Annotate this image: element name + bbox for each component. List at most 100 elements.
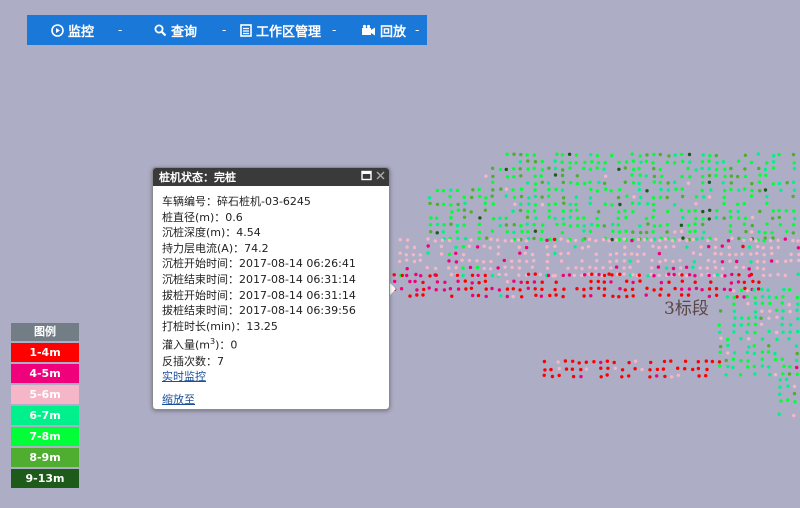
pile-point[interactable] bbox=[651, 202, 656, 207]
pile-point[interactable] bbox=[658, 167, 662, 172]
pile-point[interactable] bbox=[617, 210, 621, 214]
pile-point[interactable] bbox=[705, 367, 709, 372]
pile-point[interactable] bbox=[478, 194, 482, 199]
pile-point[interactable] bbox=[652, 208, 656, 213]
pile-point[interactable] bbox=[519, 187, 524, 191]
pile-point[interactable] bbox=[780, 301, 784, 305]
pile-point[interactable] bbox=[491, 217, 496, 221]
pile-point[interactable] bbox=[512, 223, 516, 227]
pile-point[interactable] bbox=[709, 280, 713, 284]
pile-point[interactable] bbox=[743, 167, 747, 171]
pile-point[interactable] bbox=[678, 266, 683, 270]
pile-point[interactable] bbox=[468, 265, 473, 270]
pile-point[interactable] bbox=[556, 360, 560, 364]
pile-point[interactable] bbox=[599, 360, 603, 365]
pile-point[interactable] bbox=[761, 273, 766, 278]
pile-point[interactable] bbox=[502, 258, 506, 263]
pile-point[interactable] bbox=[631, 181, 636, 185]
pile-point[interactable] bbox=[669, 359, 673, 363]
pile-point[interactable] bbox=[700, 236, 705, 240]
pile-point[interactable] bbox=[617, 160, 621, 164]
pile-point[interactable] bbox=[749, 237, 753, 242]
pile-point[interactable] bbox=[484, 174, 488, 178]
pile-point[interactable] bbox=[571, 359, 575, 363]
pile-point[interactable] bbox=[726, 351, 730, 355]
pile-point[interactable] bbox=[562, 201, 566, 205]
pile-point[interactable] bbox=[768, 239, 773, 243]
pile-point[interactable] bbox=[408, 294, 412, 298]
pile-point[interactable] bbox=[540, 180, 544, 184]
pile-point[interactable] bbox=[714, 287, 719, 291]
pile-point[interactable] bbox=[532, 280, 537, 284]
pile-point[interactable] bbox=[655, 367, 660, 372]
pile-point[interactable] bbox=[786, 398, 790, 402]
pile-point[interactable] bbox=[728, 209, 732, 213]
pile-point[interactable] bbox=[533, 160, 538, 164]
pile-point[interactable] bbox=[722, 216, 726, 220]
pile-point[interactable] bbox=[757, 230, 761, 234]
pile-point[interactable] bbox=[495, 238, 500, 242]
pile-point[interactable] bbox=[455, 223, 460, 228]
pile-point[interactable] bbox=[461, 253, 466, 257]
pile-point[interactable] bbox=[784, 259, 788, 263]
pile-point[interactable] bbox=[609, 280, 613, 284]
pile-point[interactable] bbox=[745, 289, 750, 293]
pile-point[interactable] bbox=[443, 280, 447, 284]
pile-point[interactable] bbox=[553, 202, 558, 206]
pile-point[interactable] bbox=[484, 196, 488, 200]
pile-point[interactable] bbox=[792, 216, 797, 221]
pile-point[interactable] bbox=[633, 367, 637, 371]
pile-point[interactable] bbox=[618, 272, 622, 276]
pile-point[interactable] bbox=[568, 166, 572, 170]
pile-point[interactable] bbox=[539, 237, 543, 242]
pile-point[interactable] bbox=[577, 361, 581, 365]
pile-point[interactable] bbox=[625, 279, 629, 283]
pile-point[interactable] bbox=[583, 273, 587, 277]
pile-point[interactable] bbox=[746, 322, 751, 327]
pile-point[interactable] bbox=[433, 266, 438, 271]
pile-point[interactable] bbox=[744, 229, 748, 234]
pile-point[interactable] bbox=[672, 203, 677, 207]
pile-point[interactable] bbox=[622, 237, 626, 241]
pile-point[interactable] bbox=[636, 259, 640, 263]
pile-point[interactable] bbox=[475, 259, 479, 263]
pile-point[interactable] bbox=[769, 259, 774, 263]
pile-point[interactable] bbox=[729, 187, 733, 192]
pile-point[interactable] bbox=[694, 195, 699, 199]
pile-point[interactable] bbox=[602, 273, 607, 278]
pile-point[interactable] bbox=[680, 287, 684, 291]
pile-point[interactable] bbox=[594, 266, 598, 270]
pile-point[interactable] bbox=[569, 209, 573, 213]
pile-point[interactable] bbox=[756, 152, 760, 156]
pile-point[interactable] bbox=[553, 287, 557, 292]
pile-point[interactable] bbox=[723, 174, 727, 179]
pile-point[interactable] bbox=[701, 217, 705, 221]
pile-point[interactable] bbox=[427, 196, 432, 200]
pile-point[interactable] bbox=[779, 399, 783, 403]
pile-point[interactable] bbox=[749, 272, 754, 277]
pile-point[interactable] bbox=[667, 154, 671, 158]
pile-point[interactable] bbox=[490, 274, 495, 278]
pile-point[interactable] bbox=[637, 166, 641, 171]
pile-point[interactable] bbox=[694, 216, 698, 221]
pile-point[interactable] bbox=[637, 273, 641, 277]
pile-point[interactable] bbox=[742, 238, 746, 242]
pile-point[interactable] bbox=[603, 161, 607, 165]
pile-point[interactable] bbox=[568, 224, 573, 228]
pile-point[interactable] bbox=[691, 265, 695, 269]
pile-point[interactable] bbox=[780, 316, 785, 320]
pile-point[interactable] bbox=[752, 344, 756, 348]
pile-point[interactable] bbox=[753, 322, 758, 327]
pile-point[interactable] bbox=[428, 201, 432, 206]
pile-point[interactable] bbox=[433, 239, 437, 243]
pile-point[interactable] bbox=[441, 202, 446, 206]
pile-point[interactable] bbox=[553, 166, 558, 171]
pile-point[interactable] bbox=[687, 287, 692, 291]
pile-point[interactable] bbox=[488, 267, 493, 271]
pile-point[interactable] bbox=[513, 202, 517, 206]
pile-point[interactable] bbox=[707, 167, 711, 171]
pile-point[interactable] bbox=[475, 265, 480, 270]
pile-point[interactable] bbox=[772, 154, 776, 158]
pile-point[interactable] bbox=[512, 175, 516, 179]
pile-point[interactable] bbox=[630, 152, 634, 156]
